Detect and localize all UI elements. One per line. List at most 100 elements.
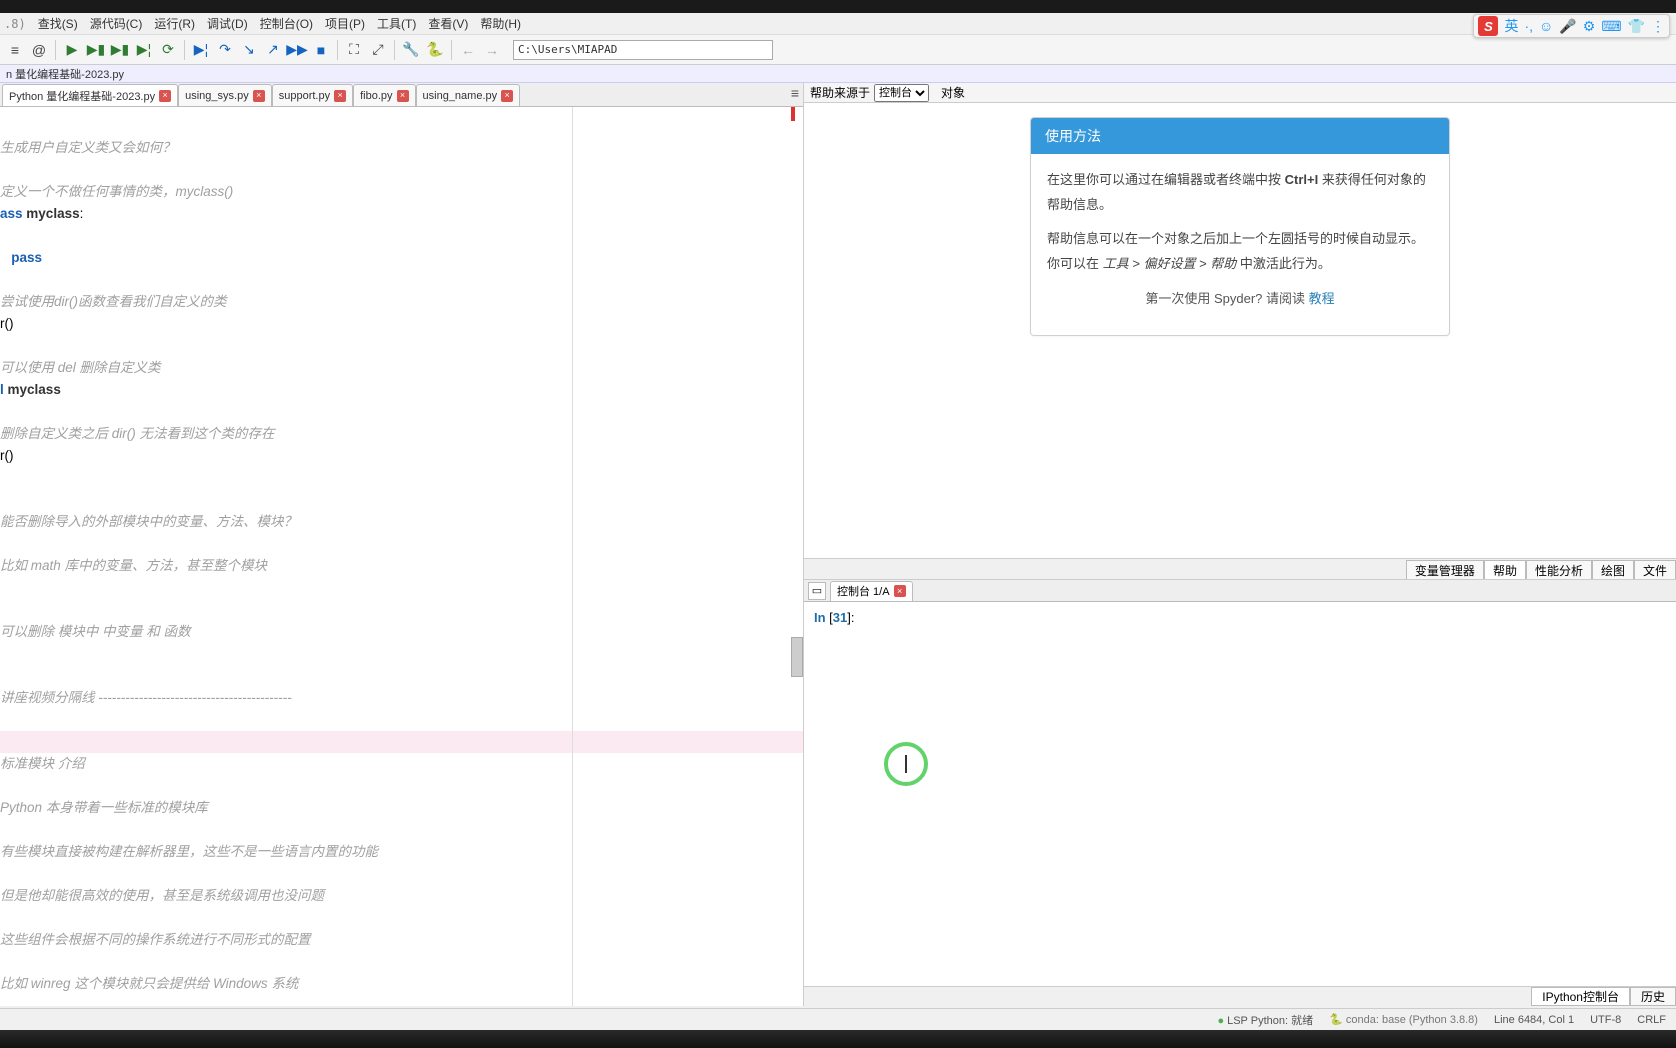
help-object-label: 对象 — [941, 84, 965, 101]
right-pane-tabs: 变量管理器 帮助 性能分析 绘图 文件 — [804, 558, 1676, 580]
tab-help[interactable]: 帮助 — [1484, 560, 1526, 579]
working-dir-input[interactable] — [513, 40, 773, 60]
status-eol[interactable]: CRLF — [1637, 1014, 1666, 1026]
ime-emoji-icon[interactable]: ☺ — [1539, 18, 1553, 34]
help-source-select[interactable]: 控制台 — [874, 84, 929, 102]
sep — [394, 40, 395, 60]
prompt-number: 31 — [833, 610, 847, 625]
help-text: 在这里你可以通过在编辑器或者终端中按 — [1047, 172, 1285, 187]
ime-lang[interactable]: 英 — [1504, 16, 1518, 36]
console-bottom-tabs: IPython控制台 历史 — [804, 986, 1676, 1006]
menu-source[interactable]: 源代码(C) — [84, 15, 149, 32]
step-out-icon[interactable]: ↗ — [262, 39, 284, 61]
close-icon[interactable]: × — [159, 90, 171, 102]
menu-bar: .8) 查找(S) 源代码(C) 运行(R) 调试(D) 控制台(O) 项目(P… — [0, 13, 1676, 35]
tab-label: Python 量化编程基础-2023.py — [9, 88, 155, 104]
forward-icon[interactable]: → — [481, 39, 503, 61]
help-source-label: 帮助来源于 — [810, 84, 870, 101]
help-card-body: 在这里你可以通过在编辑器或者终端中按 Ctrl+I 来获得任何对象的帮助信息。 … — [1031, 154, 1449, 335]
close-icon[interactable]: × — [334, 90, 346, 102]
tab-using-name[interactable]: using_name.py× — [416, 84, 521, 106]
ime-punct[interactable]: ·, — [1524, 18, 1533, 34]
close-icon[interactable]: × — [894, 585, 906, 597]
ime-keyboard-icon[interactable]: ⌨ — [1601, 18, 1621, 35]
ime-mic-icon[interactable]: 🎤 — [1559, 18, 1576, 35]
run-icon[interactable]: ▶ — [61, 39, 83, 61]
close-icon[interactable]: × — [397, 90, 409, 102]
help-foot-text: 第一次使用 Spyder? 请阅读 — [1145, 291, 1308, 306]
close-icon[interactable]: × — [253, 90, 265, 102]
maximize-icon[interactable]: ⛶ — [343, 39, 365, 61]
tab-var-explorer[interactable]: 变量管理器 — [1406, 560, 1484, 579]
editor-ruler — [572, 107, 573, 1006]
status-cursor-pos: Line 6484, Col 1 — [1494, 1014, 1574, 1026]
tab-using-sys[interactable]: using_sys.py× — [178, 84, 272, 106]
console-pane: ▭ 控制台 1/A × In [31]: IPython控制台 历史 — [804, 580, 1676, 1007]
obscured-top-strip — [0, 0, 1676, 13]
menu-debug[interactable]: 调试(D) — [201, 15, 254, 32]
ime-gear-icon[interactable]: ⚙ — [1583, 18, 1596, 35]
tab-profiler[interactable]: 性能分析 — [1526, 560, 1592, 579]
step-over-icon[interactable]: ↷ — [214, 39, 236, 61]
back-icon[interactable]: ← — [457, 39, 479, 61]
menu-help[interactable]: 帮助(H) — [474, 15, 527, 32]
windows-taskbar[interactable] — [0, 1030, 1676, 1048]
menu-find[interactable]: 查找(S) — [32, 15, 84, 32]
status-encoding[interactable]: UTF-8 — [1590, 1014, 1621, 1026]
code-editor[interactable]: 生成用户自定义类又会如何？ 定义一个不做任何事情的类，myclass()ass … — [0, 107, 803, 1006]
right-pane: 帮助来源于 控制台 对象 使用方法 在这里你可以通过在编辑器或者终端中按 Ctr… — [804, 83, 1676, 1006]
ipython-console[interactable]: In [31]: — [804, 602, 1676, 987]
help-card-foot: 第一次使用 Spyder? 请阅读 教程 — [1047, 277, 1433, 322]
tab-plots[interactable]: 绘图 — [1592, 560, 1634, 579]
stop-debug-icon[interactable]: ■ — [310, 39, 332, 61]
menu-project[interactable]: 项目(P) — [319, 15, 371, 32]
tab-ipython[interactable]: IPython控制台 — [1531, 987, 1630, 1006]
rerun-icon[interactable]: ⟳ — [157, 39, 179, 61]
file-breadcrumb: n 量化编程基础-2023.py — [0, 65, 1676, 83]
help-card: 使用方法 在这里你可以通过在编辑器或者终端中按 Ctrl+I 来获得任何对象的帮… — [1030, 117, 1450, 336]
fullscreen-icon[interactable]: ⤢ — [367, 39, 389, 61]
main-toolbar: ≡ @ ▶ ▶▮ ▶▮ ▶¦ ⟳ ▶¦ ↷ ↘ ↗ ▶▶ ■ ⛶ ⤢ 🔧 🐍 ←… — [0, 35, 1676, 65]
help-header: 帮助来源于 控制台 对象 — [804, 83, 1676, 103]
breadcrumb-text: n 量化编程基础-2023.py — [6, 66, 124, 82]
tab-files[interactable]: 文件 — [1634, 560, 1676, 579]
sep — [337, 40, 338, 60]
tutorial-link[interactable]: 教程 — [1309, 291, 1335, 306]
help-body: 使用方法 在这里你可以通过在编辑器或者终端中按 Ctrl+I 来获得任何对象的帮… — [804, 103, 1676, 558]
ime-skin-icon[interactable]: 👕 — [1628, 18, 1645, 35]
run-cell-icon[interactable]: ▶▮ — [85, 39, 107, 61]
fold-marker — [791, 107, 795, 121]
tab-main[interactable]: Python 量化编程基础-2023.py × — [2, 84, 178, 106]
tab-fibo[interactable]: fibo.py × — [353, 84, 415, 106]
at-icon[interactable]: @ — [28, 39, 50, 61]
menu-tools[interactable]: 工具(T) — [371, 15, 422, 32]
sep — [451, 40, 452, 60]
menu-console[interactable]: 控制台(O) — [254, 15, 319, 32]
tab-label: fibo.py — [360, 90, 392, 102]
scrollbar-thumb[interactable] — [791, 637, 803, 677]
help-card-title: 使用方法 — [1031, 118, 1449, 154]
status-lsp[interactable]: LSP Python: 就绪 — [1217, 1012, 1313, 1028]
console-tab-1[interactable]: 控制台 1/A × — [830, 581, 913, 601]
highlight-cursor-icon — [884, 742, 928, 786]
sep — [184, 40, 185, 60]
step-in-icon[interactable]: ↘ — [238, 39, 260, 61]
sogou-icon[interactable]: S — [1478, 16, 1498, 36]
preferences-icon[interactable]: 🔧 — [400, 39, 422, 61]
outline-icon[interactable]: ≡ — [4, 39, 26, 61]
ime-more-icon[interactable]: ⋮ — [1651, 18, 1665, 35]
run-selection-icon[interactable]: ▶¦ — [133, 39, 155, 61]
tab-history[interactable]: 历史 — [1630, 987, 1676, 1006]
status-conda[interactable]: 🐍 conda: base (Python 3.8.8) — [1329, 1013, 1478, 1026]
continue-icon[interactable]: ▶▶ — [286, 39, 308, 61]
debug-icon[interactable]: ▶¦ — [190, 39, 212, 61]
tab-overflow-icon[interactable]: ≡ — [791, 85, 799, 101]
menu-run[interactable]: 运行(R) — [148, 15, 201, 32]
ime-toolbar[interactable]: S 英 ·, ☺ 🎤 ⚙ ⌨ 👕 ⋮ — [1473, 14, 1670, 38]
close-icon[interactable]: × — [501, 90, 513, 102]
tab-support[interactable]: support.py× — [272, 84, 353, 106]
console-options-icon[interactable]: ▭ — [808, 582, 826, 600]
run-cell-next-icon[interactable]: ▶▮ — [109, 39, 131, 61]
pythonpath-icon[interactable]: 🐍 — [424, 39, 446, 61]
menu-view[interactable]: 查看(V) — [422, 15, 474, 32]
